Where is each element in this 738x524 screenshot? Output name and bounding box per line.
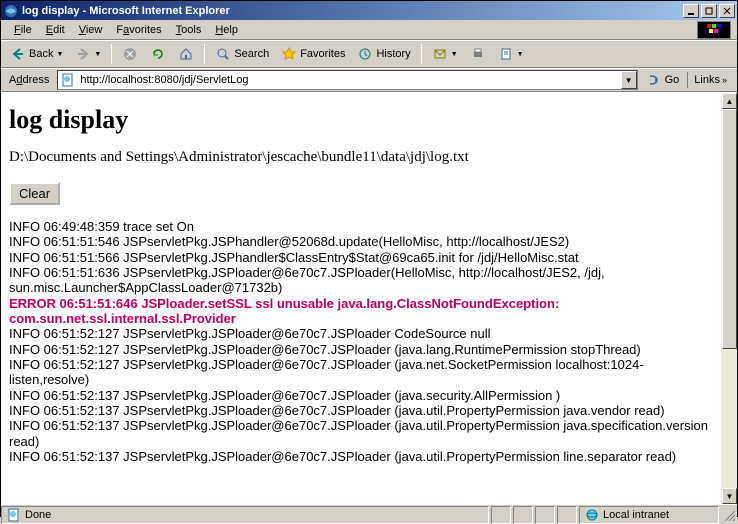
menu-view[interactable]: View — [72, 22, 110, 38]
chevron-down-icon: ▼ — [94, 51, 101, 58]
log-line: INFO 06:51:52:137 JSPservletPkg.JSPloade… — [9, 449, 711, 464]
log-line: INFO 06:49:48:359 trace set On — [9, 219, 711, 234]
page-icon — [60, 72, 76, 88]
status-pane — [557, 506, 577, 524]
menu-edit[interactable]: Edit — [39, 22, 72, 38]
refresh-icon — [150, 46, 166, 62]
forward-arrow-icon — [75, 46, 91, 62]
print-icon — [470, 46, 486, 62]
favorites-label: Favorites — [300, 48, 345, 60]
log-line: INFO 06:51:51:566 JSPservletPkg.JSPhandl… — [9, 250, 711, 265]
log-line: INFO 06:51:52:127 JSPservletPkg.JSPloade… — [9, 326, 711, 341]
status-main-pane: Done — [1, 506, 489, 524]
print-button[interactable] — [465, 43, 491, 65]
status-bar: Done Local intranet — [1, 504, 737, 524]
stop-icon — [122, 46, 138, 62]
log-line: INFO 06:51:52:137 JSPservletPkg.JSPloade… — [9, 388, 711, 403]
menu-file[interactable]: File — [7, 22, 39, 38]
history-button[interactable]: History — [352, 43, 415, 65]
vertical-scrollbar[interactable]: ▲ ▼ — [721, 93, 737, 504]
address-label: Address — [5, 74, 53, 86]
log-line: INFO 06:51:51:546 JSPservletPkg.JSPhandl… — [9, 234, 711, 249]
home-button[interactable] — [173, 43, 199, 65]
title-bar: log display - Microsoft Internet Explore… — [1, 1, 737, 20]
scroll-up-arrow[interactable]: ▲ — [722, 93, 737, 109]
address-bar: Address http://localhost:8080/jdj/Servle… — [1, 68, 737, 92]
menu-favorites[interactable]: Favorites — [109, 22, 168, 38]
go-button[interactable]: Go — [642, 70, 684, 90]
history-icon — [357, 46, 373, 62]
edit-icon — [498, 46, 514, 62]
status-pane — [491, 506, 511, 524]
log-line: INFO 06:51:52:137 JSPservletPkg.JSPloade… — [9, 403, 711, 418]
log-line: INFO 06:51:52:127 JSPservletPkg.JSPloade… — [9, 357, 711, 388]
content-area: log display D:\Documents and Settings\Ad… — [1, 92, 737, 504]
toolbar: Back ▼ ▼ Search Favorites History ▼ ▼ — [1, 40, 737, 68]
close-button[interactable] — [719, 4, 735, 18]
scroll-thumb[interactable] — [722, 109, 737, 349]
chevron-down-icon: ▼ — [56, 51, 63, 58]
log-output: INFO 06:49:48:359 trace set OnINFO 06:51… — [9, 219, 711, 464]
zone-label: Local intranet — [603, 509, 669, 521]
menu-help[interactable]: Help — [208, 22, 245, 38]
favorites-button[interactable]: Favorites — [276, 43, 350, 65]
refresh-button[interactable] — [145, 43, 171, 65]
log-line: ERROR 06:51:51:646 JSPloader.setSSL ssl … — [9, 296, 711, 327]
search-icon — [215, 46, 231, 62]
chevron-down-icon: ▼ — [451, 51, 458, 58]
scroll-down-arrow[interactable]: ▼ — [722, 488, 737, 504]
maximize-button[interactable] — [701, 4, 717, 18]
menu-bar: File Edit View Favorites Tools Help — [1, 20, 737, 40]
security-zone-pane: Local intranet — [579, 506, 719, 524]
log-line: INFO 06:51:52:137 JSPservletPkg.JSPloade… — [9, 418, 711, 449]
links-label: Links — [694, 74, 720, 86]
back-button[interactable]: Back ▼ — [5, 43, 68, 65]
chevron-down-icon: ▼ — [517, 51, 524, 58]
page-icon — [6, 507, 22, 523]
address-dropdown-arrow[interactable]: ▼ — [621, 71, 637, 89]
forward-button[interactable]: ▼ — [70, 43, 106, 65]
log-line: INFO 06:51:51:636 JSPservletPkg.JSPloade… — [9, 265, 711, 296]
history-label: History — [376, 48, 410, 60]
intranet-icon — [584, 507, 600, 523]
ie-throbber-icon — [697, 21, 731, 39]
status-text: Done — [25, 509, 51, 521]
log-line: INFO 06:51:52:127 JSPservletPkg.JSPloade… — [9, 342, 711, 357]
menu-tools[interactable]: Tools — [169, 22, 209, 38]
toolbar-separator — [111, 44, 112, 64]
clear-button[interactable]: Clear — [9, 182, 60, 205]
mail-button[interactable]: ▼ — [427, 43, 463, 65]
page-heading: log display — [9, 105, 711, 135]
address-url: http://localhost:8080/jdj/ServletLog — [78, 74, 620, 86]
status-pane — [513, 506, 533, 524]
stop-button[interactable] — [117, 43, 143, 65]
minimize-button[interactable] — [683, 4, 699, 18]
page-content: log display D:\Documents and Settings\Ad… — [1, 93, 721, 504]
search-label: Search — [234, 48, 269, 60]
star-icon — [281, 46, 297, 62]
mail-icon — [432, 46, 448, 62]
go-icon — [646, 72, 662, 88]
links-pane[interactable]: Links » — [687, 72, 733, 88]
search-button[interactable]: Search — [210, 43, 274, 65]
toolbar-separator — [421, 44, 422, 64]
toolbar-separator — [204, 44, 205, 64]
back-label: Back — [29, 48, 53, 60]
home-icon — [178, 46, 194, 62]
chevron-right-icon: » — [722, 75, 727, 85]
status-pane — [535, 506, 555, 524]
window-title: log display - Microsoft Internet Explore… — [22, 5, 681, 17]
log-file-path: D:\Documents and Settings\Administrator\… — [9, 149, 711, 166]
ie-app-icon — [3, 3, 19, 19]
resize-grip[interactable] — [721, 507, 737, 523]
edit-button[interactable]: ▼ — [493, 43, 529, 65]
back-arrow-icon — [10, 46, 26, 62]
address-field[interactable]: http://localhost:8080/jdj/ServletLog ▼ — [57, 70, 637, 90]
scroll-track[interactable] — [722, 109, 737, 488]
go-label: Go — [665, 74, 680, 86]
